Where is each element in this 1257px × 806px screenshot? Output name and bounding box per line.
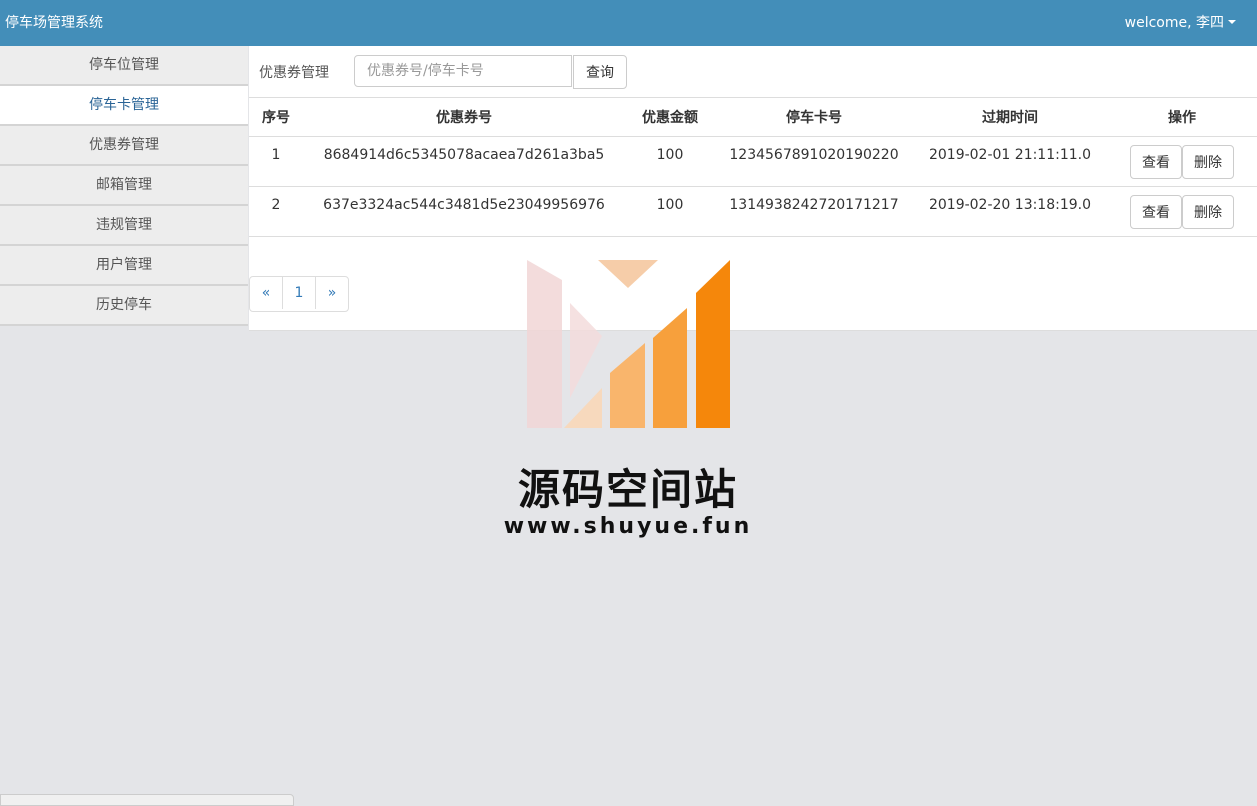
delete-button[interactable]: 删除 — [1182, 145, 1234, 179]
table-row: 1 8684914d6c5345078acaea7d261a3ba5 100 1… — [249, 136, 1257, 187]
delete-button[interactable]: 删除 — [1182, 195, 1234, 229]
sidebar-item-mailbox[interactable]: 邮箱管理 — [0, 166, 248, 206]
cell-expire-time: 2019-02-20 13:18:19.0 — [913, 186, 1107, 237]
header-expire-time: 过期时间 — [913, 97, 1107, 137]
cell-coupon-number: 637e3324ac544c3481d5e23049956976 — [303, 186, 625, 237]
table-row: 2 637e3324ac544c3481d5e23049956976 100 1… — [249, 186, 1257, 237]
sidebar: 停车位管理 停车卡管理 优惠券管理 邮箱管理 违规管理 用户管理 历史停车 — [0, 46, 248, 326]
cell-card-number: 1234567891020190220 — [715, 136, 913, 187]
watermark-url: www.shuyue.fun — [503, 514, 753, 539]
watermark-title: 源码空间站 — [517, 465, 738, 514]
cell-amount: 100 — [625, 136, 715, 187]
coupon-table: 序号 优惠券号 优惠金额 停车卡号 过期时间 操作 1 8684914d6c53… — [249, 97, 1257, 237]
cell-actions: 查看 删除 — [1107, 186, 1257, 237]
header-index: 序号 — [249, 97, 303, 137]
search-button[interactable]: 查询 — [573, 55, 627, 89]
pagination-next[interactable]: » — [316, 277, 348, 309]
sidebar-item-parking-card[interactable]: 停车卡管理 — [0, 86, 248, 126]
table-header-row: 序号 优惠券号 优惠金额 停车卡号 过期时间 操作 — [249, 97, 1257, 137]
view-button[interactable]: 查看 — [1130, 195, 1182, 229]
sidebar-item-violation[interactable]: 违规管理 — [0, 206, 248, 246]
header-amount: 优惠金额 — [625, 97, 715, 137]
section-label: 优惠券管理 — [259, 65, 329, 81]
sidebar-item-history[interactable]: 历史停车 — [0, 286, 248, 326]
watermark-logo-icon — [527, 260, 730, 428]
cell-coupon-number: 8684914d6c5345078acaea7d261a3ba5 — [303, 136, 625, 187]
pagination-prev[interactable]: « — [250, 277, 283, 309]
search-input[interactable] — [354, 55, 572, 87]
pagination: « 1 » — [249, 276, 349, 312]
pagination-page-1[interactable]: 1 — [283, 277, 316, 309]
status-bar — [0, 794, 294, 806]
sidebar-item-parking-space[interactable]: 停车位管理 — [0, 46, 248, 86]
cell-amount: 100 — [625, 186, 715, 237]
cell-index: 2 — [249, 186, 303, 237]
cell-card-number: 1314938242720171217 — [715, 186, 913, 237]
view-button[interactable]: 查看 — [1130, 145, 1182, 179]
watermark: 源码空间站 www.shuyue.fun — [480, 258, 780, 548]
top-navbar: 停车场管理系统 welcome, 李四 — [0, 0, 1257, 46]
app-title[interactable]: 停车场管理系统 — [5, 12, 103, 32]
header-card-number: 停车卡号 — [715, 97, 913, 137]
header-actions: 操作 — [1107, 97, 1257, 137]
caret-down-icon[interactable] — [1228, 20, 1236, 24]
sidebar-item-user[interactable]: 用户管理 — [0, 246, 248, 286]
header-coupon-number: 优惠券号 — [303, 97, 625, 137]
cell-index: 1 — [249, 136, 303, 187]
cell-actions: 查看 删除 — [1107, 136, 1257, 187]
user-menu[interactable]: welcome, 李四 — [1125, 12, 1224, 32]
cell-expire-time: 2019-02-01 21:11:11.0 — [913, 136, 1107, 187]
sidebar-item-coupon[interactable]: 优惠券管理 — [0, 126, 248, 166]
